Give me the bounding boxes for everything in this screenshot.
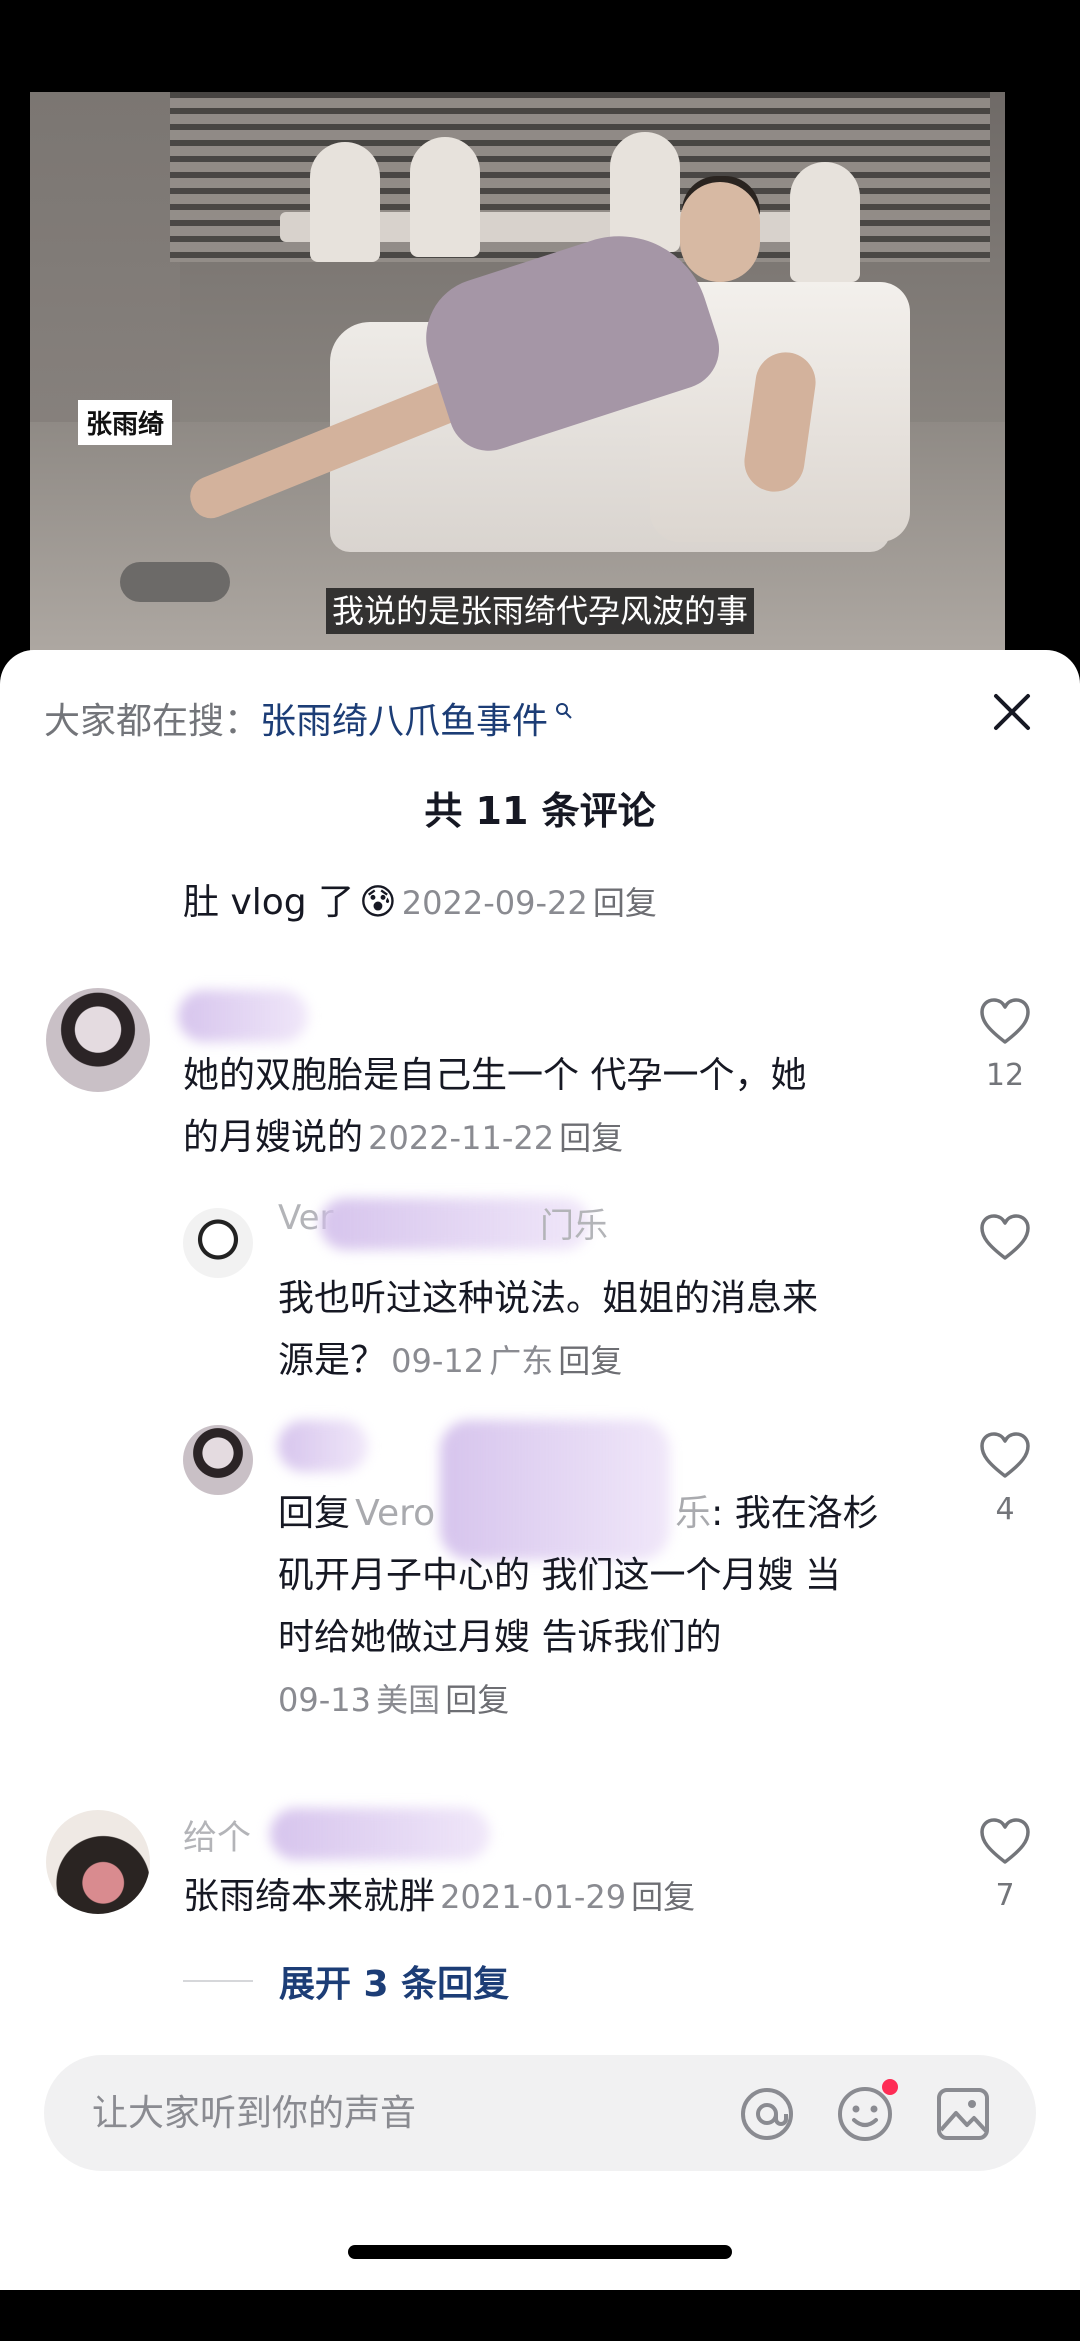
username-blurred[interactable]: [278, 1420, 368, 1472]
smiley-icon[interactable]: [836, 2079, 898, 2143]
heart-outline-icon: [980, 1432, 1030, 1478]
video-subtitle: 我说的是张雨绮代孕风波的事: [0, 586, 1080, 634]
comment-date: 2021-01-29: [440, 1878, 627, 1916]
avatar[interactable]: [46, 988, 150, 1092]
home-indicator[interactable]: [348, 2245, 732, 2259]
trending-search[interactable]: 大家都在搜：张雨绮八爪鱼事件: [44, 692, 573, 744]
image-icon[interactable]: [934, 2085, 992, 2143]
comment-item: 肚 vlog 了 😰 2022-09-22 回复: [183, 872, 657, 934]
reply-button[interactable]: 回复: [631, 1878, 695, 1916]
reply-button[interactable]: 回复: [445, 1681, 509, 1719]
comment-item: 张雨绮本来就胖 2021-01-29 回复: [183, 1866, 695, 1928]
notification-dot: [882, 2079, 898, 2095]
reply-location: 广东: [489, 1342, 554, 1380]
reply-to-username-tail: 乐: [675, 1493, 712, 1534]
expand-replies-label: 展开 3 条回复: [279, 1964, 510, 2005]
reply-to-username[interactable]: Vero: [355, 1493, 435, 1534]
avatar[interactable]: [183, 1425, 253, 1495]
avatar[interactable]: [46, 1810, 150, 1914]
reply-text: 矶开月子中心的 我们这一个月嫂 当: [278, 1555, 841, 1596]
trending-search-label: 大家都在搜：: [44, 701, 261, 742]
username[interactable]: 给个: [183, 1810, 251, 1859]
comment-text: 她的双胞胎是自己生一个 代孕一个，她: [183, 1055, 807, 1096]
like-count: 7: [995, 1878, 1015, 1913]
comment-text: 肚 vlog 了: [183, 882, 355, 923]
reply-text: 源是？: [278, 1340, 387, 1381]
reply-button[interactable]: 回复: [559, 1119, 623, 1157]
heart-outline-icon: [980, 1818, 1030, 1864]
reply-text: : 我在洛杉: [711, 1493, 879, 1534]
reply-text: 我也听过这种说法。姐姐的消息来: [278, 1278, 819, 1319]
like-button[interactable]: [975, 1212, 1035, 1266]
like-button[interactable]: 12: [975, 996, 1035, 1093]
reply-date: 09-12: [391, 1342, 485, 1380]
comment-input-bar: [44, 2055, 1036, 2171]
trending-search-term[interactable]: 张雨绮八爪鱼事件: [260, 701, 548, 742]
username-blurred[interactable]: [178, 990, 308, 1042]
video-player[interactable]: 张雨绮 我说的是张雨绮代孕风波的事: [0, 0, 1080, 700]
divider: [183, 1980, 253, 1982]
at-icon[interactable]: [738, 2085, 796, 2143]
reply-text: 时给她做过月嫂 告诉我们的: [278, 1617, 722, 1658]
reply-location: 美国: [376, 1681, 441, 1719]
reply-username-tail: 门乐: [540, 1206, 608, 1246]
crying-emoji-icon: 😰: [359, 882, 397, 923]
close-icon[interactable]: [988, 688, 1036, 736]
video-name-tag: 张雨绮: [78, 400, 173, 445]
avatar[interactable]: [183, 1208, 253, 1278]
comment-date: 2022-09-22: [401, 884, 588, 922]
like-count: 12: [985, 1058, 1025, 1093]
search-icon: [548, 701, 573, 726]
comment-date: 2022-11-22: [368, 1119, 555, 1157]
reply-date: 09-13: [278, 1681, 371, 1719]
comment-item: 她的双胞胎是自己生一个 代孕一个，她 的月嫂说的 2022-11-22 回复: [183, 1045, 806, 1169]
reply-button[interactable]: 回复: [558, 1342, 622, 1380]
reply-item: 我也听过这种说法。姐姐的消息来 源是？ 09-12 广东 回复: [278, 1268, 818, 1392]
video-frame[interactable]: [30, 92, 1005, 672]
heart-outline-icon: [980, 1214, 1030, 1260]
comment-sheet: 大家都在搜：张雨绮八爪鱼事件 共 11 条评论 肚 vlog 了 😰 2022-…: [0, 650, 1080, 2290]
comment-text: 的月嫂说的: [183, 1117, 364, 1158]
like-count: 4: [995, 1492, 1015, 1527]
reply-button[interactable]: 回复: [593, 884, 657, 922]
like-button[interactable]: 4: [975, 1430, 1035, 1527]
heart-outline-icon: [980, 998, 1030, 1044]
reply-item: 回复 Vero 乐: 我在洛杉 矶开月子中心的 我们这一个月嫂 当 时给她做过月嫂…: [278, 1483, 879, 1721]
comment-text: 张雨绮本来就胖: [183, 1876, 436, 1917]
expand-replies-button[interactable]: 展开 3 条回复: [183, 1955, 509, 2007]
comment-count-title: 共 11 条评论: [424, 789, 656, 833]
like-button[interactable]: 7: [975, 1816, 1035, 1913]
comment-input[interactable]: [92, 2083, 692, 2143]
reply-prefix: 回复: [278, 1493, 351, 1534]
